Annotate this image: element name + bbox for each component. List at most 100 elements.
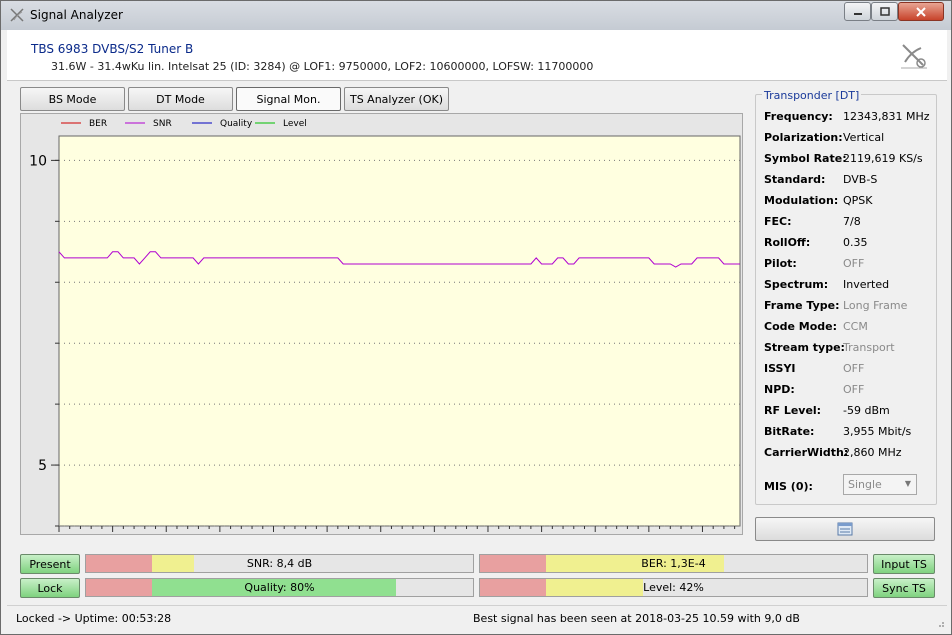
sync-ts-indicator: Sync TS [873,578,935,598]
view-toggle-button[interactable] [755,517,935,541]
transponder-row-label: ISSYI [764,362,796,375]
transponder-row: Standard: DVB-S [764,173,934,189]
transponder-row-value: OFF [843,362,865,375]
transponder-row-label: CarrierWidth: [764,446,849,459]
chevron-down-icon: ▼ [904,479,911,488]
legend-label: SNR [153,119,172,129]
transponder-row-label: Code Mode: [764,320,838,333]
transponder-row: NPD: OFF [764,383,934,399]
transponder-row-label: BitRate: [764,425,815,438]
tuner-name: TBS 6983 DVBS/S2 Tuner B [31,42,194,56]
signal-chart: BER SNR Quality Level 10 5 [20,113,743,535]
transponder-row: BitRate: 3,955 Mbit/s [764,425,934,441]
maximize-icon [879,7,890,16]
mis-label: MIS (0): [764,480,813,493]
level-meter: Level: 42% [479,578,868,597]
plot-area [58,135,741,527]
best-signal-status: Best signal has been seen at 2018-03-25 … [473,612,800,625]
satellite-dish-icon [901,44,927,69]
transponder-row-value: 2,860 MHz [843,446,902,459]
transponder-row-label: RF Level: [764,404,822,417]
snr-meter-label: SNR: 8,4 dB [246,557,313,570]
transponder-row-value: OFF [843,383,865,396]
snr-meter: SNR: 8,4 dB [85,554,474,573]
transponder-row: Frame Type: Long Frame [764,299,934,315]
transponder-row: Symbol Rate: 2119,619 KS/s [764,152,934,168]
transponder-row-label: Frequency: [764,110,833,123]
transponder-row: Stream type: Transport [764,341,934,357]
input-ts-indicator: Input TS [873,554,935,574]
legend-label: Quality [220,119,253,129]
transponder-row-value: 3,955 Mbit/s [843,425,912,438]
transponder-title: Transponder [DT] [762,89,862,102]
tab-ts-analyzer[interactable]: TS Analyzer (OK) [344,87,449,111]
transponder-row-value: -59 dBm [843,404,890,417]
window-title: Signal Analyzer [30,8,123,22]
close-icon [916,6,926,17]
transponder-row-label: Standard: [764,173,826,186]
transponder-row: Frequency: 12343,831 MHz [764,110,934,126]
transponder-row: Modulation: QPSK [764,194,934,210]
mis-select-value: Single [848,478,882,491]
mis-select[interactable]: Single ▼ [843,474,917,495]
transponder-row-label: NPD: [764,383,795,396]
legend-label: BER [89,119,107,129]
tuner-header: TBS 6983 DVBS/S2 Tuner B 31.6W - 31.4wKu… [7,30,947,81]
minimize-button[interactable] [844,2,871,21]
tab-signal-monitor[interactable]: Signal Mon. [236,87,341,111]
maximize-button[interactable] [871,2,898,21]
transponder-row-label: Modulation: [764,194,839,207]
transponder-row-value: Inverted [843,278,890,291]
ber-meter-label: BER: 1,3E-4 [641,557,706,570]
transponder-row: Pilot: OFF [764,257,934,273]
status-bar: Locked -> Uptime: 00:53:28 Best signal h… [7,605,947,630]
satellite-app-icon [10,8,24,22]
transponder-row-value: OFF [843,257,865,270]
transponder-row: ISSYI OFF [764,362,934,378]
satellite-info: 31.6W - 31.4wKu lin. Intelsat 25 (ID: 32… [51,60,594,73]
resize-grip-icon[interactable] [935,618,945,628]
signal-chart-svg: BER SNR Quality Level 10 5 [29,119,741,532]
transponder-row-label: Spectrum: [764,278,829,291]
legend-label: Level [283,119,307,129]
transponder-row-value: Vertical [843,131,885,144]
uptime-status: Locked -> Uptime: 00:53:28 [16,612,172,625]
transponder-row-value: 2119,619 KS/s [843,152,923,165]
transponder-row: FEC: 7/8 [764,215,934,231]
transponder-row-value: 12343,831 MHz [843,110,930,123]
tab-bs-mode[interactable]: BS Mode [20,87,125,111]
tab-dt-mode[interactable]: DT Mode [128,87,233,111]
minimize-icon [853,12,862,15]
lock-indicator: Lock [20,578,80,598]
transponder-row-value: DVB-S [843,173,878,186]
transponder-row-label: RollOff: [764,236,811,249]
transponder-row-value: 0.35 [843,236,868,249]
transponder-panel: Transponder [DT] Frequency: 12343,831 MHz… [755,89,937,505]
quality-meter: Quality: 80% [85,578,474,597]
transponder-row: Code Mode: CCM [764,320,934,336]
signal-analyzer-window: Signal Analyzer TBS 6983 DVBS/S2 Tuner B… [0,0,952,635]
ber-meter: BER: 1,3E-4 [479,554,868,573]
window-list-icon [837,522,853,536]
transponder-row-label: Frame Type: [764,299,840,312]
y-tick-label: 10 [29,153,47,169]
transponder-row: Spectrum: Inverted [764,278,934,294]
transponder-row: Polarization: Vertical [764,131,934,147]
title-bar[interactable]: Signal Analyzer [1,1,951,30]
transponder-row-label: Stream type: [764,341,845,354]
transponder-row-label: Polarization: [764,131,843,144]
transponder-row-value: Transport [843,341,895,354]
transponder-row-value: CCM [843,320,868,333]
present-indicator: Present [20,554,80,574]
level-meter-label: Level: 42% [643,581,704,594]
transponder-row-label: FEC: [764,215,792,228]
transponder-row: RF Level: -59 dBm [764,404,934,420]
close-button[interactable] [898,2,944,21]
y-tick-label: 5 [38,458,47,474]
transponder-row-value: Long Frame [843,299,908,312]
transponder-row-label: Pilot: [764,257,797,270]
transponder-row: CarrierWidth: 2,860 MHz [764,446,934,462]
transponder-row: RollOff: 0.35 [764,236,934,252]
transponder-row-label: Symbol Rate: [764,152,847,165]
transponder-row-value: 7/8 [843,215,861,228]
